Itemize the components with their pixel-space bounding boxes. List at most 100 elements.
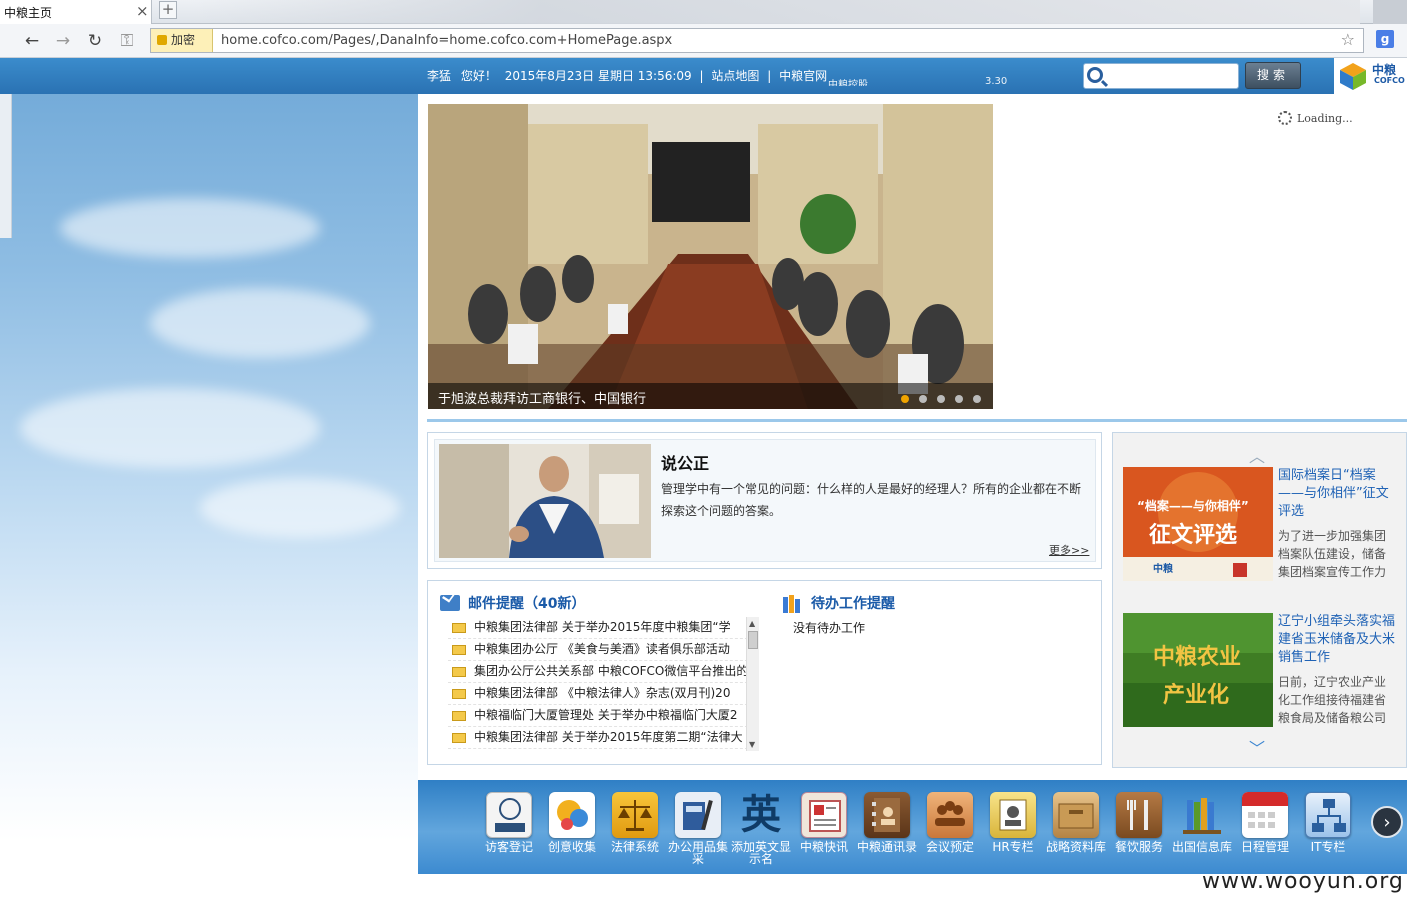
greeting-line: 李猛 您好！ 2015年8月23日 星期日 13:56:09 | 站点地图 | …	[427, 67, 827, 84]
slide-caption[interactable]: 于旭波总裁拜访工商银行、中国银行	[438, 388, 646, 407]
chevron-down-icon[interactable]: ﹀	[1249, 735, 1265, 759]
speaker-photo	[439, 444, 651, 558]
app-news-flash[interactable]: 中粮快讯	[793, 792, 855, 853]
column-photo[interactable]	[439, 444, 651, 558]
news-title[interactable]: 国际档案日“档案——与你相伴”征文评选	[1278, 467, 1396, 521]
app-dining[interactable]: 餐饮服务	[1108, 792, 1170, 853]
tab-home[interactable]: 中粮主页 ×	[0, 0, 152, 24]
news-image[interactable]: 中粮农业 产业化	[1123, 613, 1273, 727]
calendar-icon	[1242, 792, 1288, 838]
news-title[interactable]: 辽宁小组牵头落实福建省玉米储备及大米销售工作	[1278, 613, 1396, 667]
current-datetime: 2015年8月23日 星期日 13:56:09	[504, 69, 692, 83]
mail-item-text: 集团办公厅公共关系部 中粮COFCO微信平台推出的	[474, 664, 749, 678]
app-english-name[interactable]: 英 添加英文显示名	[730, 792, 792, 865]
site-search[interactable]	[1083, 63, 1239, 89]
separator: |	[767, 69, 772, 83]
key-icon[interactable]: ⚿	[116, 30, 138, 52]
app-label: 战略资料库	[1045, 840, 1106, 854]
mail-reminder-title[interactable]: 邮件提醒（40新）	[468, 593, 585, 613]
app-it[interactable]: IT专栏	[1297, 792, 1359, 853]
mail-item[interactable]: 中粮集团办公厅 《美食与美酒》读者俱乐部活动	[448, 639, 758, 661]
news-image[interactable]: “档案——与你相伴” 征文评选 中粮	[1123, 467, 1273, 581]
sitemap-link[interactable]: 站点地图	[711, 69, 759, 83]
address-book-icon	[864, 792, 910, 838]
scroll-up-icon[interactable]: ▲	[749, 619, 755, 628]
search-button[interactable]: 搜索	[1245, 62, 1301, 89]
law-scale-icon	[612, 792, 658, 838]
it-icon	[1305, 792, 1351, 838]
office-supplies-icon	[675, 792, 721, 838]
slide-dot-4[interactable]	[955, 395, 963, 403]
app-strategy-library[interactable]: 战略资料库	[1045, 792, 1107, 853]
app-label: 餐饮服务	[1114, 840, 1163, 854]
security-badge[interactable]: 加密	[151, 29, 213, 52]
scroll-thumb[interactable]	[748, 631, 758, 649]
window-titlebar	[190, 0, 1360, 24]
news-desc: 为了进一步加强集团档案队伍建设，储备集团档案宣传工作力	[1278, 529, 1387, 579]
slide-dot-2[interactable]	[919, 395, 927, 403]
mail-item[interactable]: 中粮集团法律部 关于举办2015年度中粮集团“学	[448, 617, 758, 639]
bookmark-star-icon[interactable]: ☆	[1341, 30, 1355, 49]
spinner-icon	[1278, 111, 1292, 125]
address-bar[interactable]: 加密 home.cofco.com/Pages/,DanaInfo=home.c…	[150, 28, 1364, 53]
search-icon	[1087, 67, 1103, 83]
app-calendar[interactable]: 日程管理	[1234, 792, 1296, 853]
scroll-down-icon[interactable]: ▼	[749, 740, 755, 749]
app-label: 中粮快讯	[799, 840, 848, 854]
mail-item[interactable]: 中粮集团法律部 关于举办2015年度第二期“法律大	[448, 727, 758, 749]
slide-dots	[891, 392, 981, 406]
slide-dot-3[interactable]	[937, 395, 945, 403]
envelope-icon	[452, 733, 466, 743]
forward-arrow-icon[interactable]: →	[52, 30, 74, 52]
app-law[interactable]: 法律系统	[604, 792, 666, 853]
app-office-supplies[interactable]: 办公用品集采	[667, 792, 729, 865]
banner-text-2: 产业化	[1163, 683, 1230, 708]
cofco-logo[interactable]: 中粮 COFCO	[1334, 58, 1407, 94]
chevron-up-icon[interactable]: ︿	[1249, 443, 1265, 467]
envelope-icon	[452, 711, 466, 721]
app-hr[interactable]: HR专栏	[982, 792, 1044, 853]
column-title[interactable]: 说公正	[661, 450, 709, 474]
news-slideshow[interactable]: 于旭波总裁拜访工商银行、中国银行	[428, 104, 993, 409]
apps-next-arrow-icon[interactable]: ›	[1371, 806, 1403, 838]
new-tab-button[interactable]: +	[159, 1, 177, 19]
loading-indicator: Loading...	[1278, 111, 1353, 125]
separator: |	[699, 69, 704, 83]
app-address-book[interactable]: 中粮通讯录	[856, 792, 918, 853]
app-label: 创意收集	[547, 840, 596, 854]
back-arrow-icon[interactable]: ←	[21, 30, 43, 52]
app-abroad-info[interactable]: 出国信息库	[1171, 792, 1233, 853]
app-label: 办公用品集采	[667, 840, 728, 866]
slide-dot-1[interactable]	[901, 395, 909, 403]
url-text[interactable]: home.cofco.com/Pages/,DanaInfo=home.cofc…	[221, 33, 672, 48]
app-idea[interactable]: 创意收集	[541, 792, 603, 853]
english-name-icon: 英	[741, 792, 781, 838]
todo-reminder-title[interactable]: 待办工作提醒	[811, 593, 895, 613]
news-scroller: ︿ “档案——与你相伴” 征文评选 中粮 国际档案日“档案——与你相伴”征文评选…	[1112, 432, 1407, 768]
slide-dot-5[interactable]	[973, 395, 981, 403]
google-search-icon[interactable]: g	[1376, 30, 1394, 48]
app-visitor[interactable]: 访客登记	[478, 792, 540, 853]
envelope-icon	[452, 645, 466, 655]
reload-icon[interactable]: ↻	[84, 30, 106, 52]
mail-list: 中粮集团法律部 关于举办2015年度中粮集团“学 中粮集团办公厅 《美食与美酒》…	[448, 617, 758, 759]
app-meeting[interactable]: 会议预定	[919, 792, 981, 853]
news-desc: 日前，辽宁农业产业化工作组接待福建省粮食局及储备粮公司	[1278, 675, 1387, 725]
hello-text: 您好！	[460, 69, 497, 83]
stock-ticker-name: 中粮控股	[828, 80, 868, 86]
search-input[interactable]	[1108, 67, 1234, 85]
app-label: 访客登记	[484, 840, 533, 854]
tab-bar: 中粮主页 × +	[0, 0, 1407, 24]
envelope-icon	[452, 689, 466, 699]
mail-item[interactable]: 中粮福临门大厦管理处 关于举办中粮福临门大厦2	[448, 705, 758, 727]
close-tab-icon[interactable]: ×	[136, 2, 149, 20]
mail-scrollbar[interactable]: ▲ ▼	[746, 617, 759, 751]
window-controls[interactable]	[1373, 0, 1407, 24]
app-label: HR专栏	[992, 840, 1034, 854]
mail-item[interactable]: 集团办公厅公共关系部 中粮COFCO微信平台推出的	[448, 661, 758, 683]
browser-window: 中粮主页 × + ← → ↻ ⚿ 加密 home.cofco.com/Pages…	[0, 0, 1407, 909]
user-name: 李猛	[427, 69, 452, 83]
more-link[interactable]: 更多>>	[1049, 542, 1089, 558]
mail-item[interactable]: 中粮集团法律部 《中粮法律人》杂志(双月刊)20	[448, 683, 758, 705]
official-site-link[interactable]: 中粮官网	[779, 69, 827, 83]
